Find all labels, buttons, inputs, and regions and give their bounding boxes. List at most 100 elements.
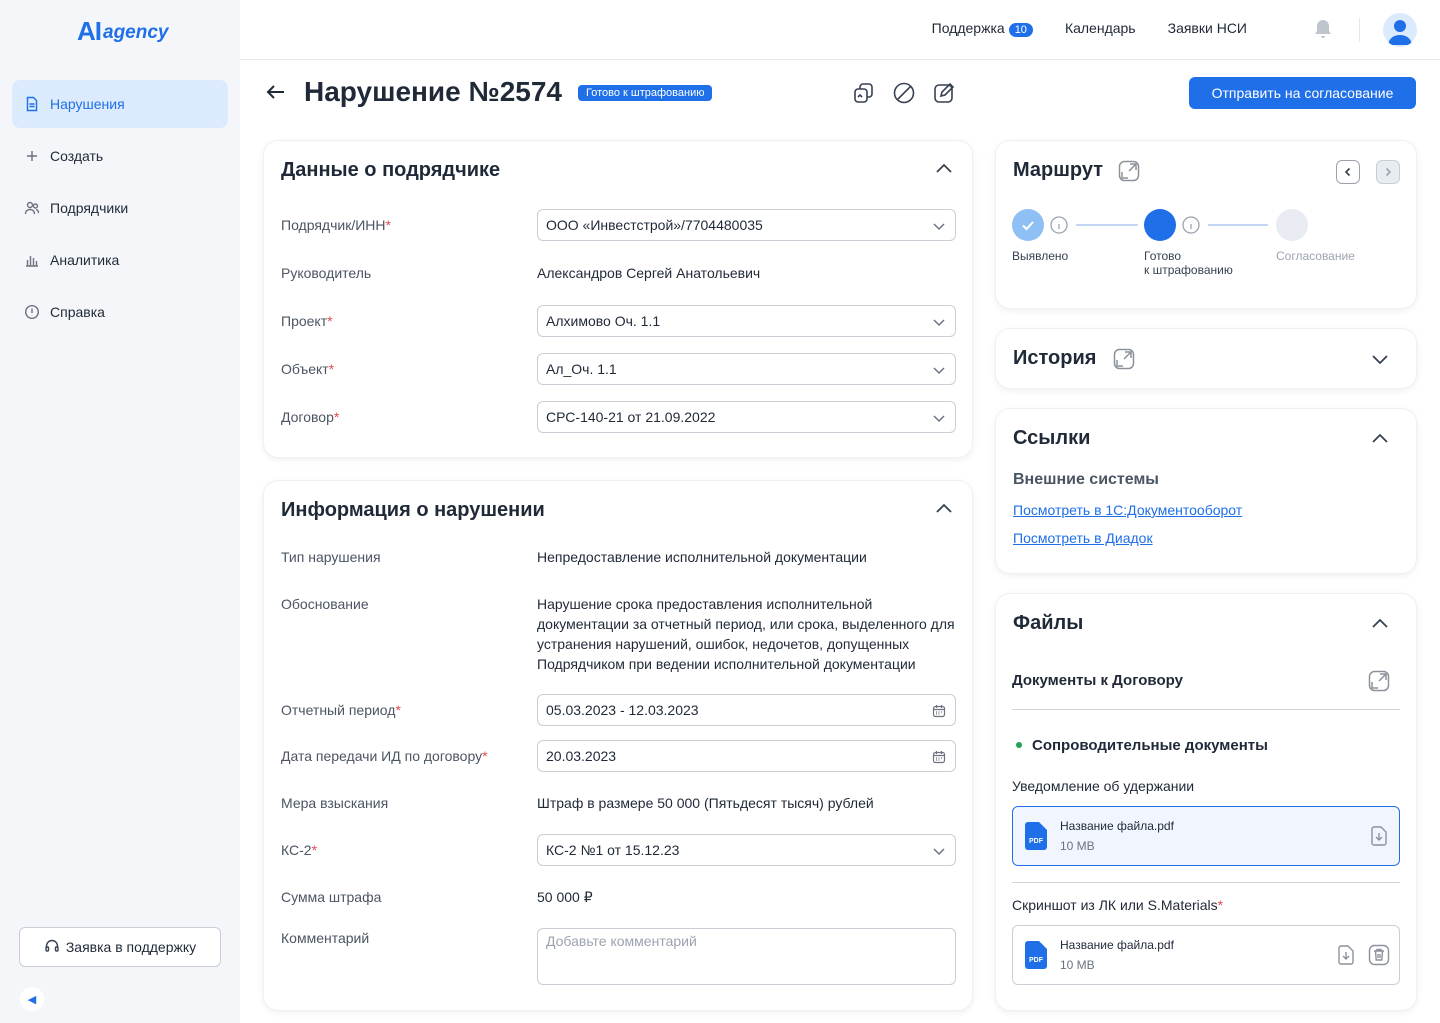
comment-textarea[interactable]: Добавьте комментарий (537, 928, 956, 985)
sidebar-item-help[interactable]: Справка (12, 288, 228, 336)
step-label-3: Согласование (1276, 249, 1355, 263)
object-select-value: Ал_Оч. 1.1 (546, 361, 617, 377)
object-label: Объект* (281, 361, 334, 377)
chevron-left-icon (1344, 167, 1351, 177)
copy-icon[interactable] (852, 81, 876, 105)
handover-date-field[interactable]: 20.03.2023 (537, 740, 956, 772)
ks2-select[interactable]: КС-2 №1 от 15.12.23 (537, 834, 956, 866)
top-nav-nsi[interactable]: Заявки НСИ (1168, 20, 1247, 37)
contractor-card: Данные о подрядчике Подрядчик/ИНН* ООО «… (264, 141, 972, 457)
violation-type-value: Непредоставление исполнительной документ… (537, 549, 867, 565)
chevron-up-icon[interactable] (1370, 429, 1390, 449)
sidebar-item-create[interactable]: Создать (12, 132, 228, 180)
chevron-up-icon[interactable] (934, 159, 954, 179)
file-item[interactable]: PDF Название файла.pdf 10 MB (1012, 806, 1400, 866)
bell-icon[interactable] (1313, 18, 1333, 40)
file-item[interactable]: PDF Название файла.pdf 10 MB (1012, 925, 1400, 985)
files-card-title: Файлы (1013, 612, 1084, 634)
project-select[interactable]: Алхимово Оч. 1.1 (537, 305, 956, 337)
period-label-text: Отчетный период (281, 702, 396, 718)
accompanying-docs-heading: Сопроводительные документы (1032, 737, 1268, 754)
chevron-down-icon[interactable] (1370, 349, 1390, 369)
logo[interactable]: AI agency (77, 14, 168, 44)
collapse-sidebar-button[interactable]: ◀ (20, 987, 44, 1011)
chevron-up-icon[interactable] (934, 499, 954, 519)
contract-label: Договор* (281, 409, 339, 425)
chevron-right-icon (1385, 167, 1392, 177)
calendar-icon (932, 750, 946, 764)
project-label: Проект* (281, 313, 333, 329)
sidebar-item-contractors[interactable]: Подрядчики (12, 184, 228, 232)
step-connector (1076, 224, 1138, 226)
chevron-down-icon (932, 363, 946, 377)
pdf-tag: PDF (1029, 957, 1044, 964)
violation-card-title: Информация о нарушении (281, 499, 545, 521)
file-size: 10 MB (1060, 839, 1095, 853)
ks2-label: КС-2* (281, 842, 317, 858)
topbar-divider (1359, 18, 1360, 42)
sidebar-item-label: Создать (50, 148, 104, 164)
link-diadoc[interactable]: Посмотреть в Диадок (1013, 530, 1153, 546)
route-prev-button[interactable] (1336, 160, 1360, 184)
calendar-icon (932, 704, 946, 718)
route-next-button[interactable] (1376, 160, 1400, 184)
links-card-title: Ссылки (1013, 427, 1091, 449)
sidebar-item-label: Нарушения (50, 96, 125, 112)
sidebar-item-label: Справка (50, 304, 105, 320)
links-card: Ссылки Внешние системы Посмотреть в 1С:Д… (996, 409, 1416, 573)
step-current-marker (1144, 209, 1176, 241)
sidebar-item-label: Подрядчики (50, 200, 129, 216)
step-done-marker (1012, 209, 1044, 241)
comment-label: Комментарий (281, 930, 370, 946)
required-mark: * (385, 217, 391, 233)
sidebar-nav: Нарушения Создать Подрядчики Аналитика С… (12, 80, 228, 340)
history-card-title: История (1013, 347, 1097, 369)
file-name: Название файла.pdf (1060, 819, 1174, 833)
chevron-down-icon (932, 315, 946, 329)
topbar: Поддержка 10 Календарь Заявки НСИ (240, 0, 1440, 60)
required-mark: * (333, 409, 340, 425)
expand-icon[interactable] (1118, 160, 1140, 182)
top-nav-support[interactable]: Поддержка 10 (932, 20, 1033, 37)
pdf-file-icon: PDF (1025, 822, 1047, 850)
chevron-up-icon[interactable] (1370, 614, 1390, 634)
edit-icon[interactable] (932, 81, 956, 105)
info-circle-icon (24, 304, 40, 320)
info-icon[interactable] (1050, 216, 1068, 234)
download-icon[interactable] (1368, 825, 1390, 847)
route-card: Маршрут Выявлено Готово к штрафованию Со… (996, 141, 1416, 308)
link-1c-docflow[interactable]: Посмотреть в 1С:Документооборот (1013, 502, 1242, 518)
download-icon[interactable] (1335, 944, 1357, 966)
expand-icon[interactable] (1368, 670, 1390, 692)
check-icon (1022, 221, 1034, 231)
screenshot-label-text: Скриншот из ЛК или S.Materials (1012, 897, 1218, 913)
step-label-1: Выявлено (1012, 249, 1069, 263)
info-icon[interactable] (1182, 216, 1200, 234)
support-request-button[interactable]: Заявка в поддержку (19, 927, 221, 967)
required-mark: * (395, 702, 401, 718)
expand-icon[interactable] (1113, 348, 1135, 370)
period-date-field[interactable]: 05.03.2023 - 12.03.2023 (537, 694, 956, 726)
pdf-file-icon: PDF (1025, 941, 1047, 969)
contractor-select[interactable]: ООО «Инвестстрой»/7704480035 (537, 209, 956, 241)
notice-label: Уведомление об удержании (1012, 778, 1195, 794)
sidebar-item-label: Аналитика (50, 252, 120, 268)
users-icon (24, 200, 40, 216)
submit-for-approval-button[interactable]: Отправить на согласование (1189, 77, 1416, 109)
object-label-text: Объект (281, 361, 329, 377)
reason-value: Нарушение срока предоставления исполните… (537, 596, 955, 672)
violation-card: Информация о нарушении Тип нарушения Неп… (264, 481, 972, 1010)
head-label: Руководитель (281, 265, 372, 281)
cancel-icon[interactable] (892, 81, 916, 105)
avatar[interactable] (1383, 13, 1417, 47)
status-badge: Готово к штрафованию (578, 85, 713, 101)
sidebar-item-analytics[interactable]: Аналитика (12, 236, 228, 284)
ks2-label-text: КС-2 (281, 842, 312, 858)
contract-select[interactable]: СРС-140-21 от 21.09.2022 (537, 401, 956, 433)
delete-icon[interactable] (1368, 944, 1390, 966)
back-arrow-icon[interactable] (264, 80, 288, 104)
sidebar-item-violations[interactable]: Нарушения (12, 80, 228, 128)
object-select[interactable]: Ал_Оч. 1.1 (537, 353, 956, 385)
top-nav-calendar[interactable]: Календарь (1065, 20, 1136, 37)
caret-left-icon: ◀ (27, 993, 37, 1006)
